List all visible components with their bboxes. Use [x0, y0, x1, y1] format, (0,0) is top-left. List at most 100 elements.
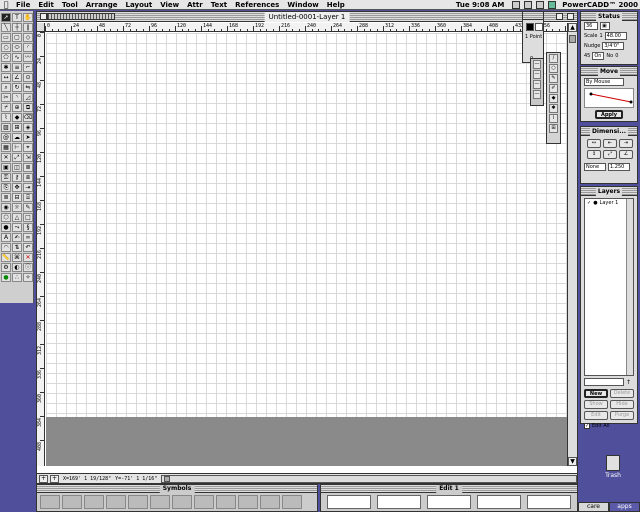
- tab-care[interactable]: care: [578, 502, 609, 512]
- label-tool-icon[interactable]: A: [1, 233, 11, 242]
- dimension-value-field[interactable]: 1.250: [608, 163, 630, 171]
- view-tabs[interactable]: [47, 13, 115, 20]
- arc-tool-icon[interactable]: ◜: [23, 43, 33, 52]
- purge-layer-button[interactable]: Purge: [610, 411, 634, 420]
- view-tool-icon[interactable]: ◐: [12, 263, 22, 272]
- freehand-tool-icon[interactable]: 〰: [23, 53, 33, 62]
- hatch-tool-icon[interactable]: ▨: [1, 123, 11, 132]
- layer-visible-check[interactable]: ✓: [587, 200, 591, 206]
- key-tool-icon[interactable]: ⌘: [12, 253, 22, 262]
- dimension-panel-titlebar[interactable]: Dimensi...: [581, 127, 637, 136]
- rect-tool-icon[interactable]: ▭: [1, 33, 11, 42]
- nudge-field[interactable]: 3/4'0": [602, 42, 625, 50]
- star-tool-icon[interactable]: ✱: [1, 63, 11, 72]
- note-tool-icon[interactable]: ✍: [12, 233, 22, 242]
- redx-tool-icon[interactable]: ✕: [23, 253, 33, 262]
- symbol-slot[interactable]: [106, 495, 126, 509]
- move-panel-titlebar[interactable]: Move: [581, 67, 637, 76]
- status-panel-titlebar[interactable]: Status: [581, 12, 637, 21]
- add-page-button[interactable]: +: [39, 474, 48, 483]
- tab-apps[interactable]: apps: [609, 502, 640, 512]
- drawing-canvas[interactable]: [46, 33, 568, 417]
- door-tool-icon[interactable]: ⌐: [23, 63, 33, 72]
- line-tool-icon[interactable]: ╲: [1, 23, 11, 32]
- pen-palette-titlebar[interactable]: [523, 12, 543, 20]
- arrow-tool-icon[interactable]: ➚: [1, 13, 11, 22]
- move-tool-icon[interactable]: ✥: [12, 183, 22, 192]
- text-tool-icon[interactable]: T: [12, 13, 22, 22]
- zoom-box-icon[interactable]: [556, 13, 563, 20]
- offset-tool-icon[interactable]: ⧉: [23, 103, 33, 112]
- tri-tool-icon[interactable]: △: [12, 213, 22, 222]
- trim-tool-icon[interactable]: ✂: [1, 93, 11, 102]
- ellipse-tool-icon[interactable]: ⬭: [12, 43, 22, 52]
- ungroup-tool-icon[interactable]: ◫: [12, 163, 22, 172]
- menu-references[interactable]: References: [231, 0, 283, 10]
- undo-tool-icon[interactable]: ↶: [23, 243, 33, 252]
- lock-tool-icon[interactable]: ⚿: [1, 173, 11, 182]
- dim-style-4[interactable]: ↕: [587, 150, 601, 159]
- symbols-palette-titlebar[interactable]: Symbols: [37, 485, 317, 493]
- application-menu[interactable]: PowerCADD™ 2000: [560, 1, 640, 9]
- snap-on-toggle[interactable]: On: [592, 52, 605, 60]
- horizontal-scrollbar[interactable]: [161, 474, 577, 483]
- ruler-tool-icon[interactable]: 📏: [1, 253, 11, 262]
- vertical-scrollbar[interactable]: ▲ ▼: [567, 23, 577, 466]
- scale-field[interactable]: 48.00: [604, 32, 627, 40]
- trash-icon[interactable]: [606, 455, 620, 471]
- apple-menu-icon[interactable]: : [0, 0, 12, 10]
- erase-tool-icon[interactable]: ⌫: [23, 113, 33, 122]
- grid-tool-icon[interactable]: ⊞: [12, 123, 22, 132]
- grid-value-field[interactable]: 36: [584, 22, 598, 30]
- scroll-down-arrow-icon[interactable]: ▼: [568, 457, 577, 466]
- fill-tool-icon[interactable]: ◆: [549, 94, 558, 103]
- speaker-icon[interactable]: [524, 1, 533, 9]
- dim-style-2[interactable]: ⇤: [603, 139, 617, 148]
- sweep-tool-icon[interactable]: ◠: [1, 243, 11, 252]
- node-tool-icon[interactable]: ●: [1, 223, 11, 232]
- layer-up-arrow-icon[interactable]: ↑: [626, 379, 631, 386]
- scale-tool-icon[interactable]: ⤢: [12, 153, 22, 162]
- symbol-slot[interactable]: [282, 495, 302, 509]
- radius-tool-icon[interactable]: ⊙: [23, 73, 33, 82]
- fillet-tool-icon[interactable]: ◝: [12, 93, 22, 102]
- cloud-tool-icon[interactable]: ☁: [12, 133, 22, 142]
- greenball-tool-icon[interactable]: ●: [1, 273, 11, 282]
- symbol-slot[interactable]: [128, 495, 148, 509]
- align-tool-icon[interactable]: ≣: [23, 163, 33, 172]
- chamfer-tool-icon[interactable]: ◿: [23, 93, 33, 102]
- layer-name[interactable]: Layer 1: [600, 200, 619, 206]
- pasteboard-area[interactable]: [46, 417, 568, 466]
- symbol-slot[interactable]: [62, 495, 82, 509]
- sun-tool-icon[interactable]: ☼: [12, 203, 22, 212]
- edit-field[interactable]: [377, 495, 421, 509]
- eyedropper-tool-icon[interactable]: ⌇: [549, 114, 558, 123]
- arrowhead-tool-icon[interactable]: ➤: [23, 133, 33, 142]
- stairs-tool-icon[interactable]: ⌸: [23, 193, 33, 202]
- edit-palette-titlebar[interactable]: Edit 1: [321, 485, 577, 493]
- dimension-tool-icon[interactable]: ↔: [1, 73, 11, 82]
- polygon-tool-icon[interactable]: ⬠: [1, 53, 11, 62]
- apply-button[interactable]: Apply: [595, 110, 623, 119]
- symbol-slot[interactable]: [172, 495, 192, 509]
- pencil-tool-icon[interactable]: ✎: [23, 203, 33, 212]
- menu-arrange[interactable]: Arrange: [82, 0, 122, 10]
- application-icon[interactable]: [548, 1, 557, 9]
- wall-tool-icon[interactable]: ≡: [12, 63, 22, 72]
- menu-attr[interactable]: Attr: [183, 0, 207, 10]
- collapse-box-icon[interactable]: [567, 13, 574, 20]
- break-tool-icon[interactable]: ⌿: [1, 103, 11, 112]
- menu-clock[interactable]: Tue 9:08 AM: [456, 1, 504, 9]
- menu-layout[interactable]: Layout: [122, 0, 157, 10]
- menu-file[interactable]: File: [12, 0, 34, 10]
- show-layer-button[interactable]: Show: [584, 400, 608, 409]
- link-tool-icon[interactable]: ∞: [23, 233, 33, 242]
- close-box-icon[interactable]: [40, 13, 47, 20]
- hide-layer-button[interactable]: Hide: [610, 400, 634, 409]
- hand-tool-icon[interactable]: ✋: [23, 13, 33, 22]
- spray-tool-icon[interactable]: ∴: [12, 273, 22, 282]
- grid-lock-icon[interactable]: ▣: [600, 22, 610, 30]
- extend-tool-icon[interactable]: ⇥: [23, 183, 33, 192]
- menu-text[interactable]: Text: [207, 0, 231, 10]
- window-tool-icon[interactable]: ⊟: [12, 193, 22, 202]
